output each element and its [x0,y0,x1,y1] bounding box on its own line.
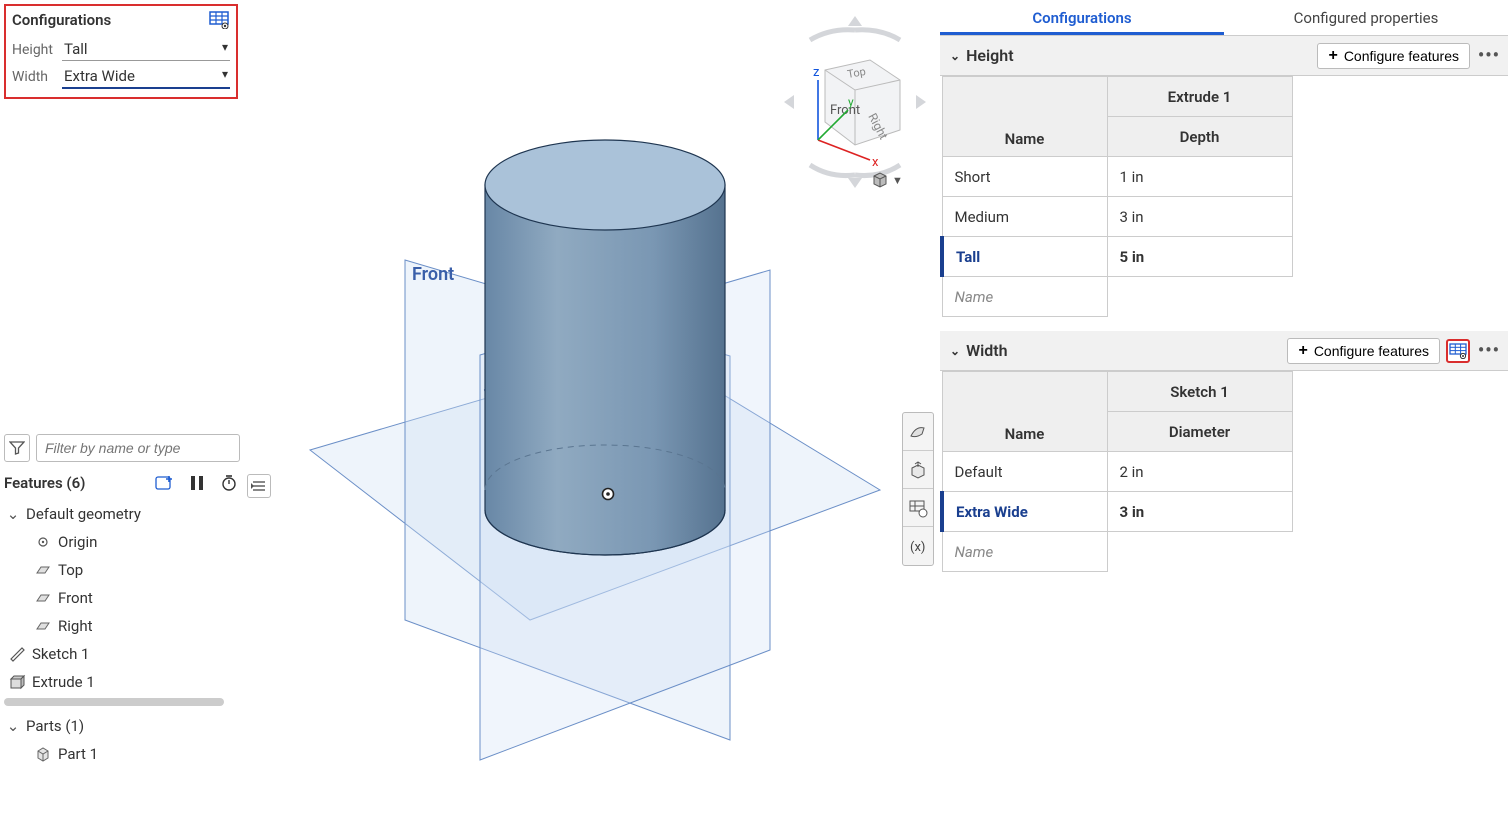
tree-part-1[interactable]: Part 1 [4,740,240,768]
col-value-header: Diameter [1107,412,1292,452]
col-feature-header: Sketch 1 [1107,372,1292,412]
svg-text:y: y [848,95,854,109]
table-row[interactable]: Short 1 in [942,157,1292,197]
tab-configured-properties[interactable]: Configured properties [1224,0,1508,35]
plane-icon [34,561,52,579]
tool-config-table[interactable] [903,489,933,527]
configure-features-button[interactable]: + Configure features [1287,338,1440,364]
section-header-height[interactable]: ⌄ Height + Configure features ••• [940,36,1508,76]
tool-appearance[interactable] [903,413,933,451]
table-row-add[interactable]: Name [942,532,1292,572]
tree-default-geometry[interactable]: ⌄ Default geometry [4,500,240,528]
width-select[interactable]: Extra Wide [62,65,230,89]
config-table-icon[interactable] [1446,339,1470,363]
width-label: Width [12,69,62,85]
view-cube[interactable]: Front Right Top z x y [770,10,940,200]
section-header-width[interactable]: ⌄ Width + Configure features ••• [940,331,1508,371]
tool-insert[interactable] [903,451,933,489]
add-feature-icon[interactable] [154,472,176,494]
scrollbar[interactable] [4,698,224,706]
config-selector-panel: Configurations Height Tall Width Extra W… [4,4,238,99]
height-label: Height [12,42,62,58]
table-row[interactable]: Default 2 in [942,452,1292,492]
stopwatch-icon[interactable] [218,472,240,494]
filter-icon[interactable] [4,434,30,462]
tree-extrude[interactable]: Extrude 1 [4,668,240,696]
tree-sketch[interactable]: Sketch 1 [4,640,240,668]
table-row-add[interactable]: Name [942,277,1292,317]
table-row[interactable]: Medium 3 in [942,197,1292,237]
svg-text:(x): (x) [910,540,925,555]
tree-front-plane[interactable]: Front [4,584,240,612]
origin-icon [34,533,52,551]
tool-variables[interactable]: (x) [903,527,933,565]
plane-icon [34,617,52,635]
config-table-icon[interactable] [208,10,230,30]
pause-icon[interactable] [186,472,208,494]
tree-top-plane[interactable]: Top [4,556,240,584]
chevron-down-icon: ⌄ [950,344,960,358]
table-row[interactable]: Extra Wide 3 in [942,492,1292,532]
tree-right-plane[interactable]: Right [4,612,240,640]
width-table: Name Sketch 1 Diameter Default 2 in Extr… [940,371,1293,572]
height-table: Name Extrude 1 Depth Short 1 in Medium 3… [940,76,1293,317]
chevron-down-icon: ⌄ [950,49,960,63]
chevron-down-icon: ⌄ [6,505,20,523]
tree-parts-header[interactable]: ⌄ Parts (1) [4,712,240,740]
configurations-panel: Configurations Configured properties ⌄ H… [940,0,1508,840]
col-feature-header: Extrude 1 [1107,77,1292,117]
section-menu-button[interactable]: ••• [1476,340,1502,361]
part-icon [34,745,52,763]
configure-features-button[interactable]: + Configure features [1317,43,1470,69]
svg-text:x: x [872,155,879,170]
section-menu-button[interactable]: ••• [1476,45,1502,66]
svg-text:z: z [813,65,820,80]
sketch-icon [8,645,26,663]
features-header-label: Features (6) [4,474,85,492]
cube-shaded-icon [870,170,890,190]
plane-icon [34,589,52,607]
right-toolstrip: (x) [902,412,934,566]
tree-origin[interactable]: Origin [4,528,240,556]
svg-text:Front: Front [830,103,860,118]
table-row[interactable]: Tall 5 in [942,237,1292,277]
render-mode-dropdown[interactable]: ▼ [870,170,910,190]
col-name-header: Name [942,77,1107,157]
col-name-header: Name [942,372,1107,452]
filter-input[interactable] [36,434,240,462]
extrude-icon [8,673,26,691]
col-value-header: Depth [1107,117,1292,157]
chevron-down-icon: ⌄ [6,717,20,735]
front-plane-label: Front [412,264,454,285]
height-select[interactable]: Tall [62,38,230,61]
tab-configurations[interactable]: Configurations [940,0,1224,35]
features-panel: Features (6) ⌄ Default geometry Origin T… [4,434,240,768]
config-panel-title: Configurations [12,11,111,29]
